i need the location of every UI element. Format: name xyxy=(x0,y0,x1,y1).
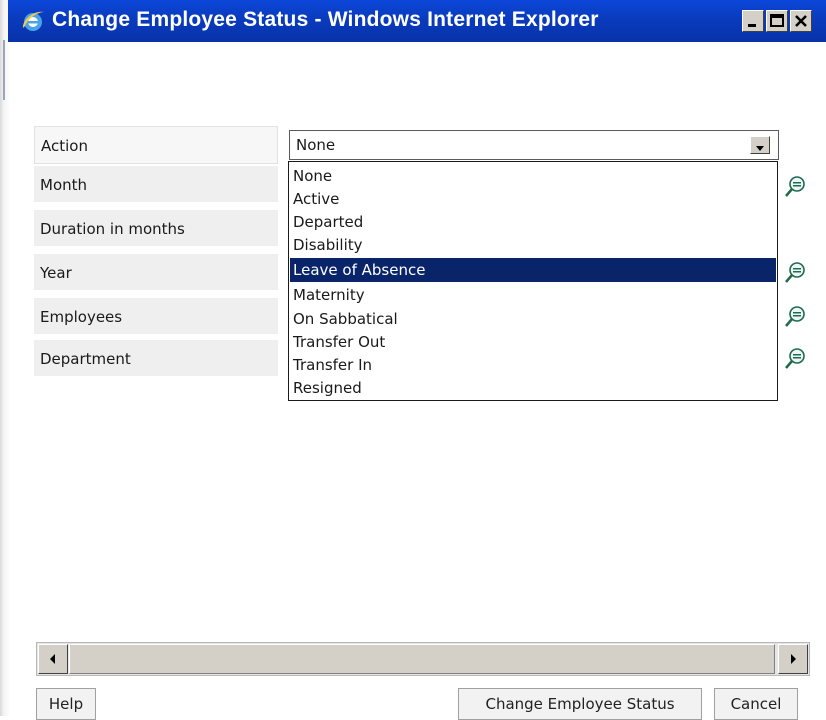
title-bar[interactable]: Change Employee Status - Windows Interne… xyxy=(8,0,826,42)
lookup-icon-year[interactable] xyxy=(782,258,810,286)
option-resigned[interactable]: Resigned xyxy=(290,376,776,400)
field-label-action: Action xyxy=(34,126,278,164)
horizontal-scrollbar[interactable] xyxy=(36,642,810,676)
option-disability[interactable]: Disability xyxy=(290,233,776,257)
action-select[interactable]: None xyxy=(289,130,779,160)
window-frame xyxy=(0,0,10,716)
cancel-button[interactable]: Cancel xyxy=(714,688,798,720)
option-maternity[interactable]: Maternity xyxy=(290,283,776,307)
field-label-year: Year xyxy=(34,254,278,292)
internet-explorer-icon xyxy=(20,8,46,34)
dropdown-arrow-icon[interactable] xyxy=(750,136,770,154)
lookup-icon-month[interactable] xyxy=(782,172,810,200)
maximize-button[interactable] xyxy=(766,10,788,32)
action-dropdown-list[interactable]: None Active Departed Disability Leave of… xyxy=(288,161,778,401)
option-active[interactable]: Active xyxy=(290,187,776,211)
minimize-button[interactable] xyxy=(742,10,764,32)
change-employee-status-button[interactable]: Change Employee Status xyxy=(458,688,702,720)
help-button[interactable]: Help xyxy=(36,688,96,720)
field-label-department: Department xyxy=(34,340,278,378)
option-leave-of-absence[interactable]: Leave of Absence xyxy=(290,258,776,282)
option-transfer-out[interactable]: Transfer Out xyxy=(290,330,776,354)
option-none[interactable]: None xyxy=(290,164,776,188)
option-transfer-in[interactable]: Transfer In xyxy=(290,353,776,377)
field-label-employees: Employees xyxy=(34,298,278,336)
option-departed[interactable]: Departed xyxy=(290,210,776,234)
scrollbar-thumb[interactable] xyxy=(69,644,775,674)
window-title: Change Employee Status - Windows Interne… xyxy=(52,8,599,31)
scroll-right-button[interactable] xyxy=(778,644,808,674)
scroll-left-icon xyxy=(39,654,67,677)
scroll-left-button[interactable] xyxy=(38,644,68,674)
field-label-duration: Duration in months xyxy=(34,210,278,248)
scroll-right-icon xyxy=(779,654,807,677)
lookup-icon-employees[interactable] xyxy=(782,302,810,330)
action-select-value: None xyxy=(296,136,336,154)
lookup-icon-department[interactable] xyxy=(782,344,810,372)
field-label-month: Month xyxy=(34,166,278,204)
option-on-sabbatical[interactable]: On Sabbatical xyxy=(290,307,776,331)
close-button[interactable] xyxy=(790,10,812,32)
